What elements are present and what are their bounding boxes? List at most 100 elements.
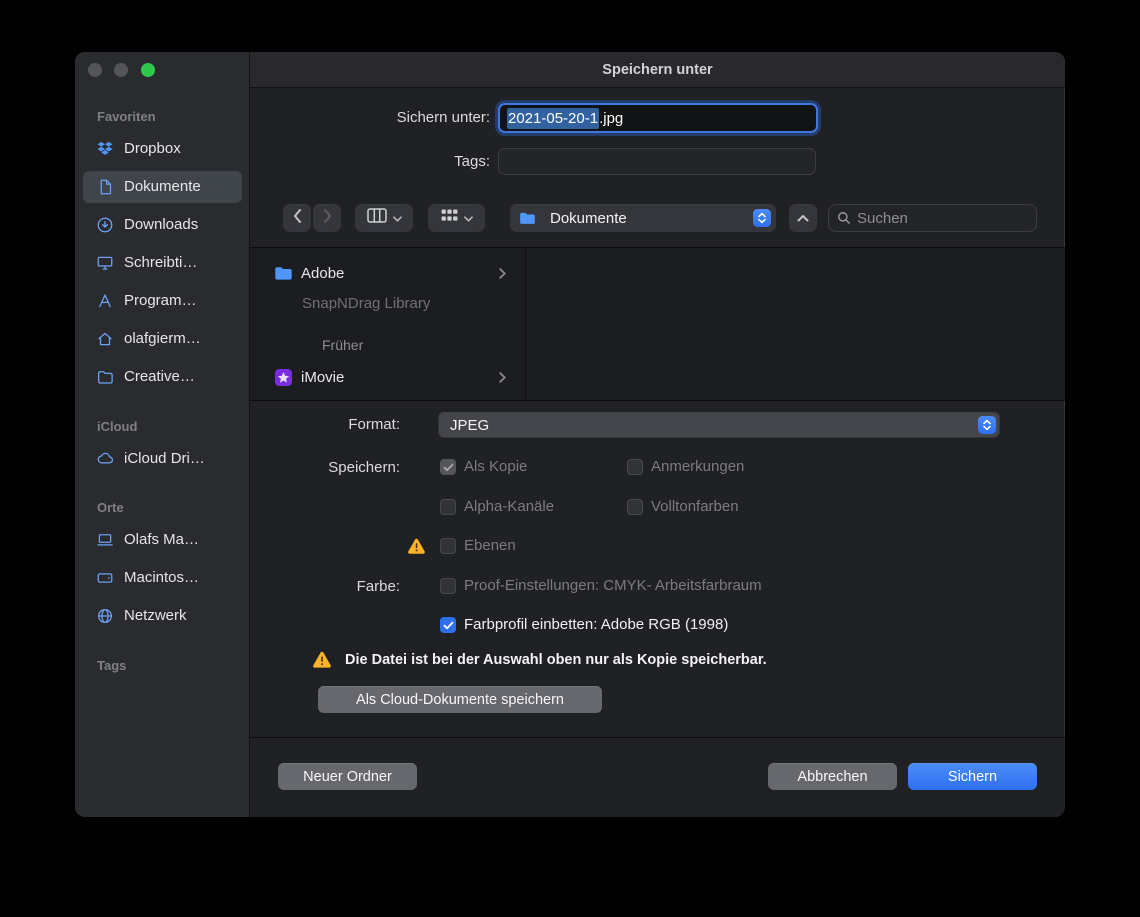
browser-row-snapndrag-library[interactable]: SnapNDrag Library [302,288,430,318]
sidebar-item-downloads[interactable]: Downloads [83,209,242,241]
sidebar-section-orte: Orte [97,499,124,517]
back-icon [293,209,302,228]
sidebar-section-icloud: iCloud [97,418,137,436]
chevron-down-icon [464,209,473,227]
checkbox-proof[interactable]: Proof-Einstellungen: CMYK- Arbeitsfarbra… [440,577,762,595]
checkbox-box [627,499,643,515]
save-cloud-documents-button[interactable]: Als Cloud-Dokumente speichern [318,686,602,713]
sidebar-item-schreibti[interactable]: Schreibti… [83,247,242,279]
sidebar-item-label: Dokumente [124,178,201,195]
popup-stepper-icon [978,416,996,434]
save-as-label: Sichern unter: [250,109,490,127]
close-button[interactable] [88,63,102,77]
folder-icon [519,211,536,225]
checkbox-box [440,578,456,594]
checkbox-als-kopie[interactable]: Als Kopie [440,458,527,476]
sidebar-item-program[interactable]: Program… [83,285,242,317]
sidebar-item-label: iCloud Dri… [124,450,205,467]
dropbox-icon [95,139,115,159]
checkbox-farbprofil[interactable]: Farbprofil einbetten: Adobe RGB (1998) [440,616,728,634]
checkbox-box [440,499,456,515]
cloud-icon [95,448,115,468]
sidebar-item-netzwerk[interactable]: Netzwerk [83,600,242,632]
sidebar-item-label: olafgierm… [124,330,201,347]
titlebar: Speichern unter [250,52,1065,88]
forward-button[interactable] [313,204,341,232]
filename-extension: .jpg [599,110,623,127]
column-divider [525,248,526,400]
checkbox-ebenen[interactable]: Ebenen [440,537,516,555]
save-options-label: Speichern: [250,459,400,477]
popup-stepper-icon [753,209,771,227]
save-dialog-window: Favoriten Dropbox Dokumente Downloads Schrei… [75,52,1065,817]
tags-input[interactable] [498,148,816,175]
up-icon [797,209,809,227]
view-mode-button[interactable] [355,204,413,232]
column-view-icon [367,208,387,228]
sidebar-item-label: Schreibti… [124,254,197,271]
chevron-right-icon [499,372,514,383]
search-field[interactable]: Suchen [828,204,1037,232]
filename-input[interactable]: 2021-05-20-1.jpg [498,103,818,133]
chevron-down-icon [393,209,402,227]
sidebar-section-tags: Tags [97,657,126,675]
cancel-button[interactable]: Abbrechen [768,763,897,790]
up-button[interactable] [789,204,817,232]
format-label: Format: [250,416,400,434]
sidebar-item-label: Program… [124,292,197,309]
footer-bar: Neuer Ordner Abbrechen Sichern [250,737,1065,817]
checkbox-box [440,459,456,475]
chevron-right-icon [499,268,514,279]
search-placeholder: Suchen [857,210,908,227]
sidebar-item-olafs-ma[interactable]: Olafs Ma… [83,524,242,556]
filename-selected-text: 2021-05-20-1 [507,108,599,129]
sidebar-item-macintos[interactable]: Macintos… [83,562,242,594]
imovie-icon [274,368,293,387]
sidebar-item-creative[interactable]: Creative… [83,361,242,393]
checkbox-alpha-kanaele[interactable]: Alpha-Kanäle [440,498,554,516]
checkbox-anmerkungen[interactable]: Anmerkungen [627,458,744,476]
document-icon [95,177,115,197]
window-title: Speichern unter [602,62,712,78]
browser-row-imovie[interactable]: iMovie [274,362,514,392]
browser-group-header: Früher [322,330,363,360]
folder-fill-icon [274,265,293,281]
minimize-button[interactable] [114,63,128,77]
folder-icon [95,367,115,387]
sidebar-item-label: Olafs Ma… [124,531,199,548]
back-button[interactable] [283,204,311,232]
format-value: JPEG [450,417,978,434]
sidebar-item-label: Dropbox [124,140,181,157]
warning-message: Die Datei ist bei der Auswahl oben nur a… [345,652,767,668]
checkbox-volltonfarben[interactable]: Volltonfarben [627,498,739,516]
sidebar-item-label: Netzwerk [124,607,187,624]
location-popup[interactable]: Dokumente [510,204,776,232]
applications-icon [95,291,115,311]
save-button[interactable]: Sichern [908,763,1037,790]
sidebar-item-icloud-dri[interactable]: iCloud Dri… [83,442,242,474]
home-icon [95,329,115,349]
group-button[interactable] [428,204,485,232]
tags-label: Tags: [250,153,490,171]
disk-icon [95,568,115,588]
zoom-button[interactable] [141,63,155,77]
sidebar-item-olafgierm[interactable]: olafgierm… [83,323,242,355]
search-icon [837,211,851,225]
sidebar-item-dropbox[interactable]: Dropbox [83,133,242,165]
dialog-main: Speichern unter Sichern unter: 2021-05-2… [250,52,1065,817]
new-folder-button[interactable]: Neuer Ordner [278,763,417,790]
checkbox-box [440,617,456,633]
globe-icon [95,606,115,626]
desktop-icon [95,253,115,273]
browser-row-adobe[interactable]: Adobe [274,258,514,288]
sidebar-item-label: Creative… [124,368,195,385]
warning-icon [407,537,427,555]
sidebar-section-favoriten: Favoriten [97,108,156,126]
color-options-label: Farbe: [250,578,400,596]
checkbox-box [627,459,643,475]
sidebar-item-dokumente[interactable]: Dokumente [83,171,242,203]
downloads-icon [95,215,115,235]
sidebar: Favoriten Dropbox Dokumente Downloads Schrei… [75,52,250,817]
location-value: Dokumente [550,210,747,227]
format-popup[interactable]: JPEG [438,412,1000,438]
